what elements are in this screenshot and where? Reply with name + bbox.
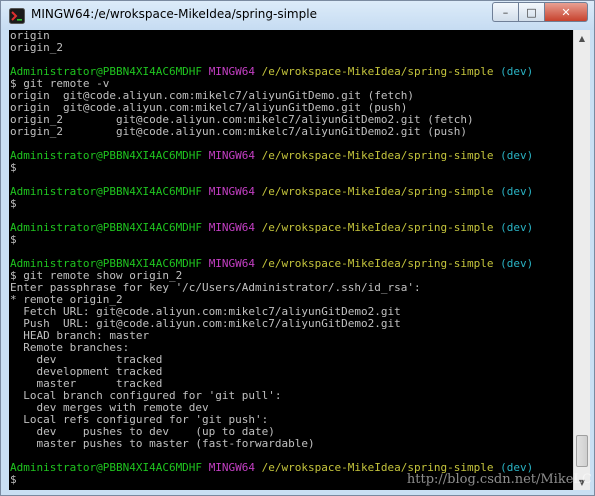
output-line: origin_2 bbox=[10, 41, 63, 54]
arrow-up-icon: ▲ bbox=[578, 33, 586, 43]
window-title: MINGW64:/e/wrokspace-MikeIdea/spring-sim… bbox=[31, 7, 317, 21]
prompt-line: Administrator@PBBN4XI4AC6MDHF MINGW64 /e… bbox=[10, 150, 533, 162]
prompt-user: Administrator@PBBN4XI4AC6MDHF bbox=[10, 221, 203, 234]
prompt-host: MINGW64 bbox=[208, 257, 256, 270]
prompt-host: MINGW64 bbox=[208, 221, 256, 234]
watermark: http://blog.csdn.net/MikeLC bbox=[406, 472, 592, 487]
output-line: $ bbox=[10, 197, 17, 210]
prompt-path: /e/wrokspace-MikeIdea/spring-simple bbox=[261, 257, 494, 270]
minimize-icon: – bbox=[502, 5, 509, 19]
output-line: origin_2 git@code.aliyun.com:mikelc7/ali… bbox=[10, 125, 467, 138]
prompt-user: Administrator@PBBN4XI4AC6MDHF bbox=[10, 461, 203, 474]
output-line: master pushes to master (fast-forwardabl… bbox=[10, 437, 315, 450]
scroll-thumb[interactable] bbox=[576, 435, 588, 467]
prompt-host: MINGW64 bbox=[208, 149, 256, 162]
prompt-path: /e/wrokspace-MikeIdea/spring-simple bbox=[261, 221, 494, 234]
prompt-host: MINGW64 bbox=[208, 65, 256, 78]
prompt-branch: (dev) bbox=[500, 185, 534, 198]
mingw-terminal-icon bbox=[9, 8, 25, 24]
terminal-output[interactable]: origin origin_2 Administrator@PBBN4XI4AC6M… bbox=[9, 30, 573, 490]
minimize-button[interactable]: – bbox=[492, 2, 518, 22]
scroll-up-button[interactable]: ▲ bbox=[574, 30, 590, 46]
output-line: $ bbox=[10, 161, 17, 174]
terminal-lines: origin origin_2 Administrator@PBBN4XI4AC6M… bbox=[10, 30, 533, 486]
maximize-button[interactable]: □ bbox=[518, 2, 544, 22]
prompt-user: Administrator@PBBN4XI4AC6MDHF bbox=[10, 185, 203, 198]
prompt-line: Administrator@PBBN4XI4AC6MDHF MINGW64 /e… bbox=[10, 186, 533, 198]
maximize-icon: □ bbox=[526, 5, 537, 19]
prompt-path: /e/wrokspace-MikeIdea/spring-simple bbox=[261, 185, 494, 198]
terminal-window: MINGW64:/e/wrokspace-MikeIdea/spring-sim… bbox=[0, 0, 595, 496]
prompt-line: Administrator@PBBN4XI4AC6MDHF MINGW64 /e… bbox=[10, 222, 533, 234]
prompt-branch: (dev) bbox=[500, 257, 534, 270]
prompt-branch: (dev) bbox=[500, 65, 534, 78]
prompt-path: /e/wrokspace-MikeIdea/spring-simple bbox=[261, 149, 494, 162]
prompt-path: /e/wrokspace-MikeIdea/spring-simple bbox=[261, 65, 494, 78]
prompt-host: MINGW64 bbox=[208, 185, 256, 198]
window-controls: – □ ✕ bbox=[492, 2, 588, 22]
prompt-user: Administrator@PBBN4XI4AC6MDHF bbox=[10, 149, 203, 162]
vertical-scrollbar[interactable]: ▲ ▼ bbox=[573, 30, 590, 490]
prompt-branch: (dev) bbox=[500, 221, 534, 234]
prompt-branch: (dev) bbox=[500, 149, 534, 162]
prompt-host: MINGW64 bbox=[208, 461, 256, 474]
title-bar[interactable]: MINGW64:/e/wrokspace-MikeIdea/spring-sim… bbox=[1, 1, 594, 30]
output-line: origin bbox=[10, 30, 50, 42]
close-icon: ✕ bbox=[561, 5, 571, 19]
output-line: $ bbox=[10, 233, 17, 246]
close-button[interactable]: ✕ bbox=[544, 2, 588, 22]
